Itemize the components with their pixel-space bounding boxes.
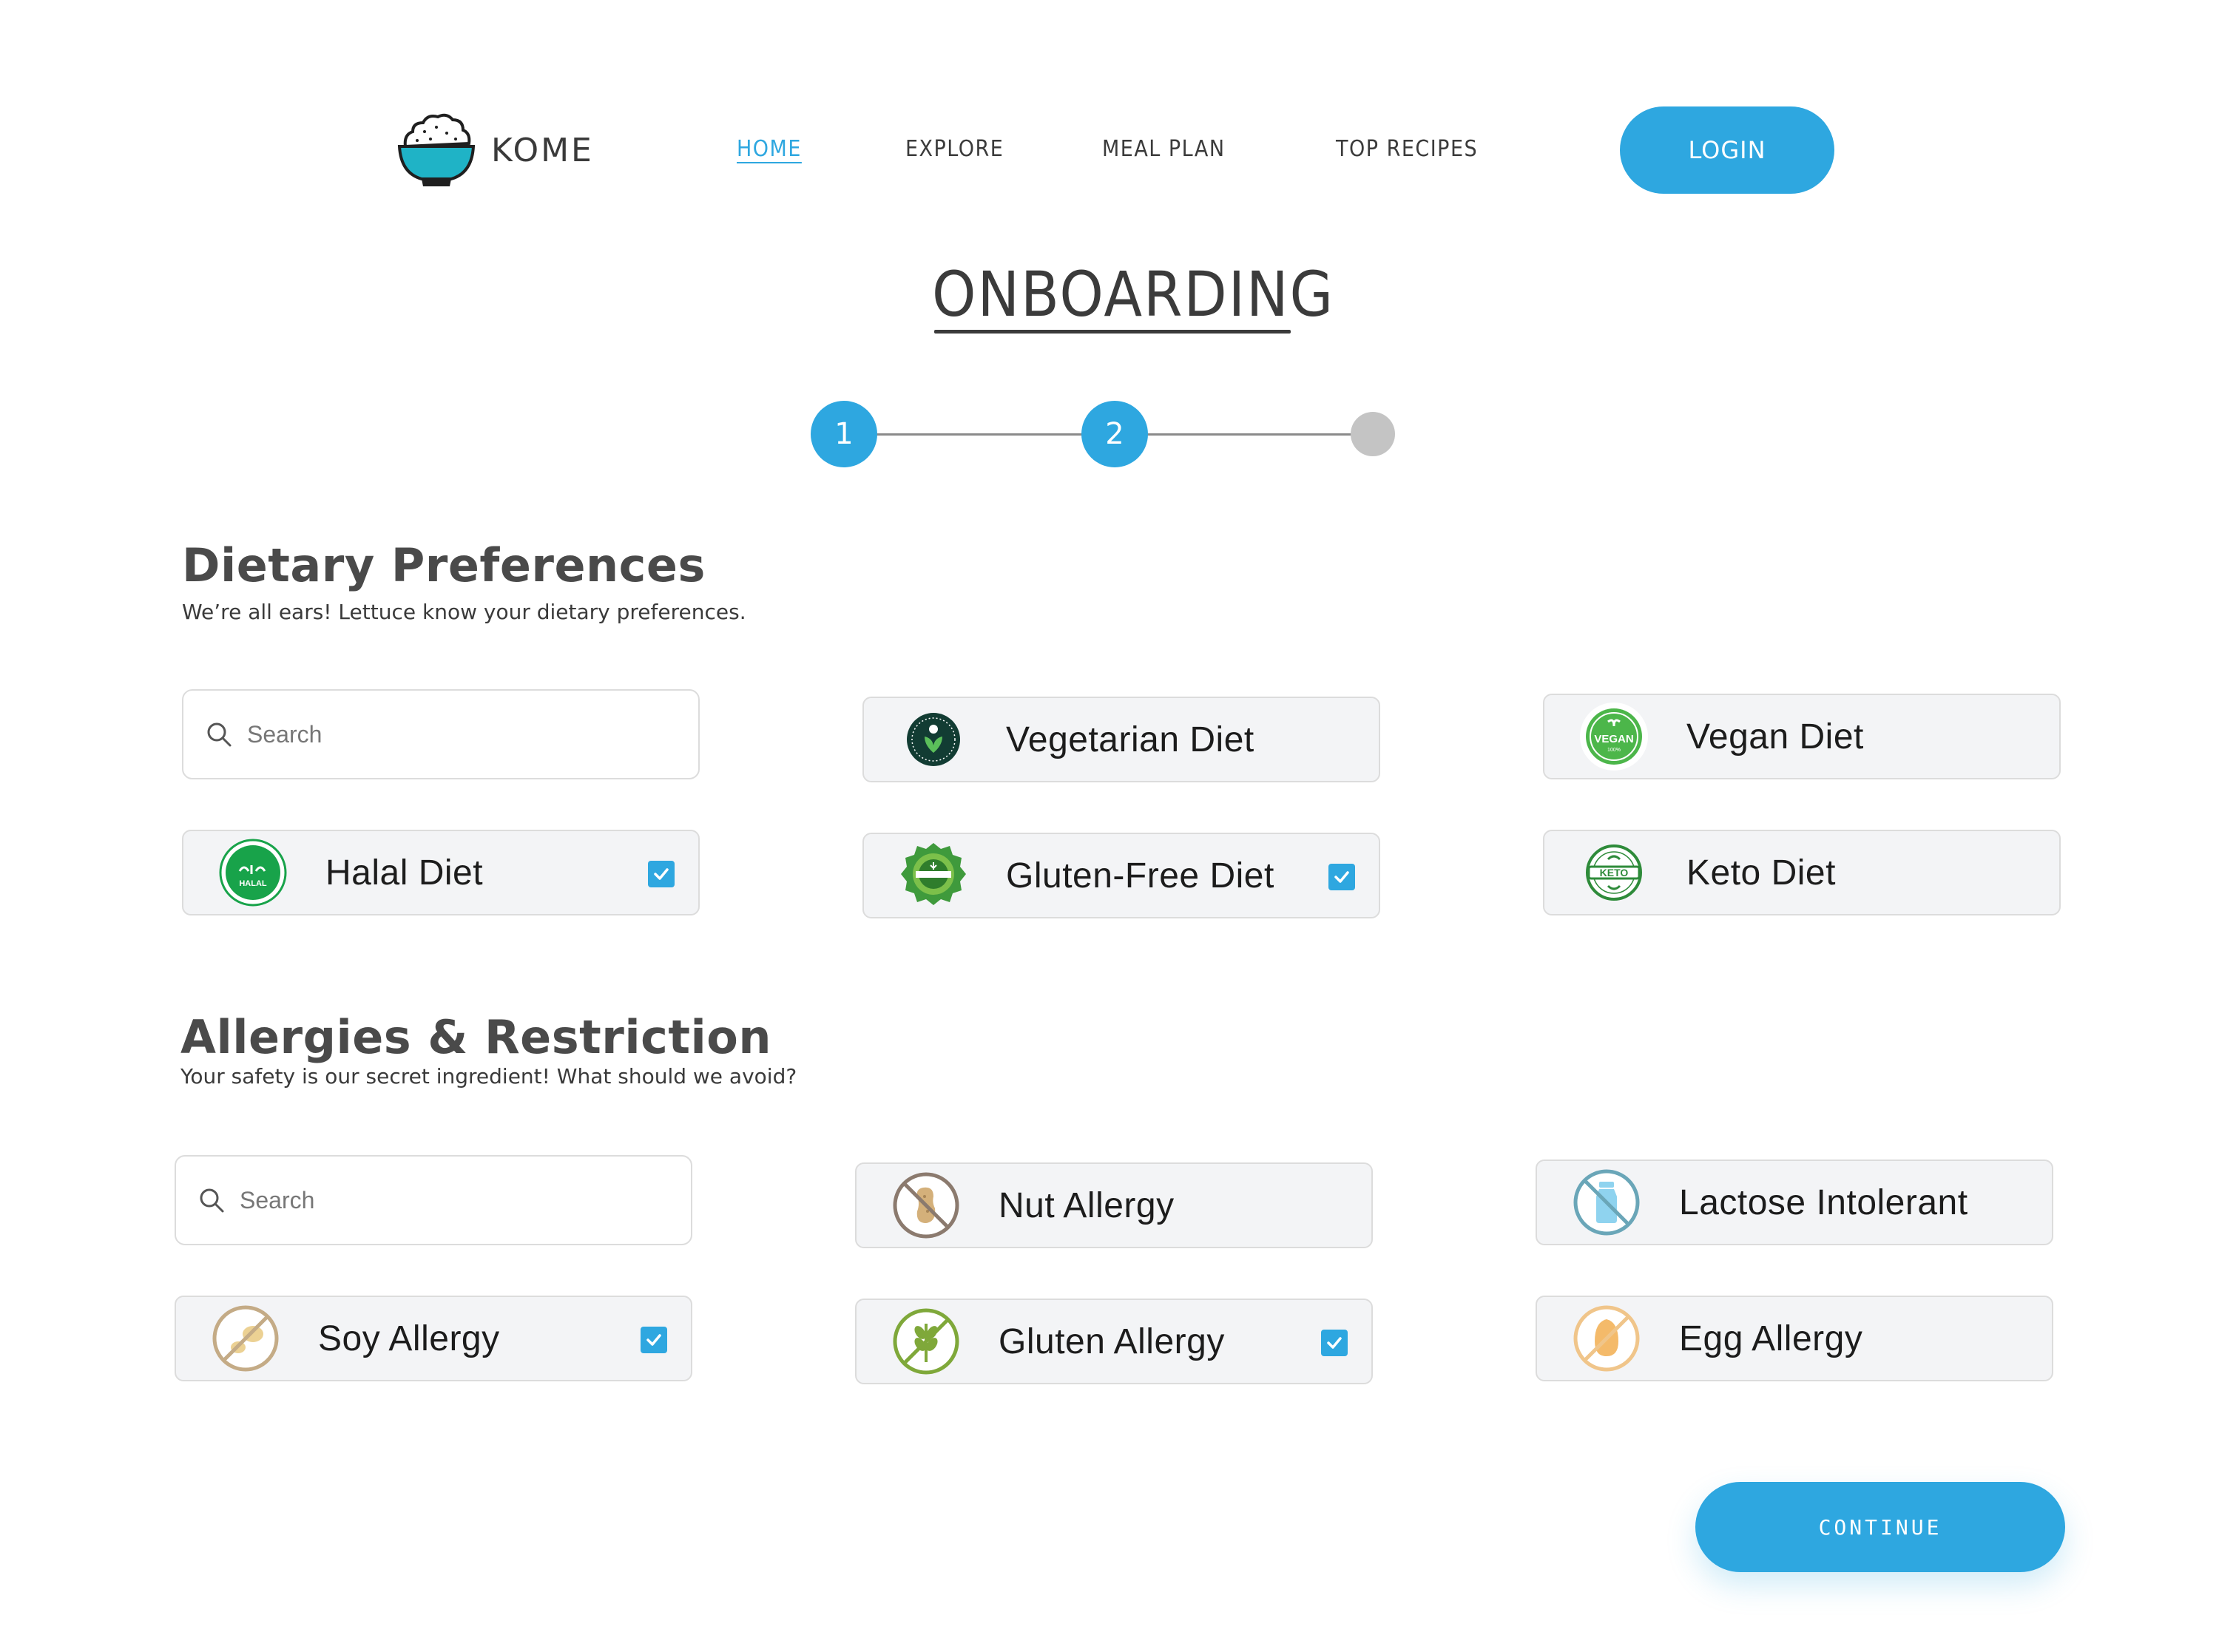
stepper-connector: [1146, 433, 1376, 436]
dietary-title: Dietary Preferences: [182, 538, 706, 592]
option-egg-allergy[interactable]: Egg Allergy: [1536, 1296, 2053, 1381]
allergies-search-input[interactable]: [240, 1186, 654, 1214]
keto-badge-icon: KETO: [1578, 837, 1649, 908]
option-label: Gluten-Free Diet: [1006, 856, 1274, 896]
option-label: Soy Allergy: [318, 1318, 500, 1358]
dietary-search-input[interactable]: [247, 720, 661, 748]
brand-name: KOME: [491, 131, 594, 169]
svg-text:VEGAN: VEGAN: [1594, 733, 1633, 745]
svg-text:HALAL: HALAL: [239, 879, 267, 888]
option-gluten-allergy[interactable]: Gluten Allergy: [855, 1299, 1373, 1384]
checkbox-checked[interactable]: [641, 1327, 667, 1353]
check-icon: [1327, 1337, 1342, 1349]
checkbox-checked[interactable]: [1328, 864, 1355, 890]
continue-button[interactable]: CONTINUE: [1695, 1482, 2065, 1572]
dietary-search-field[interactable]: [182, 689, 700, 779]
option-lactose-intolerant[interactable]: Lactose Intolerant: [1536, 1160, 2053, 1245]
option-label: Vegetarian Diet: [1006, 720, 1254, 759]
option-keto-diet[interactable]: KETO Keto Diet: [1543, 830, 2061, 915]
step-2[interactable]: 2: [1081, 401, 1148, 467]
option-nut-allergy[interactable]: Nut Allergy: [855, 1162, 1373, 1248]
allergies-subtitle: Your safety is our secret ingredient! Wh…: [180, 1064, 797, 1089]
rice-bowl-icon: [397, 113, 476, 186]
vegetarian-badge-icon: [898, 704, 969, 775]
no-egg-icon: [1571, 1303, 1642, 1374]
nav-meal-plan[interactable]: MEAL PLAN: [1102, 135, 1226, 164]
svg-text:100%: 100%: [1607, 748, 1621, 753]
vegan-badge-icon: VEGAN 100%: [1578, 701, 1649, 772]
gluten-free-badge-icon: [898, 840, 969, 911]
option-label: Keto Diet: [1686, 853, 1836, 893]
option-soy-allergy[interactable]: Soy Allergy: [175, 1296, 692, 1381]
check-icon: [646, 1334, 661, 1346]
checkbox-checked[interactable]: [1321, 1330, 1348, 1356]
nav-explore[interactable]: EXPLORE: [905, 135, 1004, 164]
no-wheat-icon: [891, 1306, 962, 1377]
option-label: Lactose Intolerant: [1679, 1182, 1968, 1222]
no-nut-icon: [891, 1170, 962, 1241]
option-gluten-free-diet[interactable]: Gluten-Free Diet: [862, 833, 1380, 918]
check-icon: [1334, 871, 1349, 883]
option-label: Nut Allergy: [999, 1185, 1175, 1225]
option-vegan-diet[interactable]: VEGAN 100% Vegan Diet: [1543, 694, 2061, 779]
option-halal-diet[interactable]: HALAL Halal Diet: [182, 830, 700, 915]
step-1[interactable]: 1: [811, 401, 877, 467]
nav-top-recipes[interactable]: TOP RECIPES: [1336, 135, 1478, 164]
option-label: Halal Diet: [325, 853, 484, 893]
stepper-connector: [877, 433, 1113, 436]
brand-logo[interactable]: KOME: [395, 109, 594, 191]
allergies-title: Allergies & Restriction: [180, 1010, 771, 1064]
option-label: Gluten Allergy: [999, 1321, 1225, 1361]
check-icon: [654, 868, 669, 880]
page-title: ONBOARDING: [932, 258, 1335, 331]
svg-text:KETO: KETO: [1600, 867, 1629, 879]
checkbox-checked[interactable]: [648, 861, 675, 887]
title-underline: [934, 330, 1291, 334]
option-label: Vegan Diet: [1686, 717, 1864, 756]
option-label: Egg Allergy: [1679, 1318, 1863, 1358]
halal-badge-icon: HALAL: [217, 837, 288, 908]
nav-home[interactable]: HOME: [737, 135, 802, 164]
no-milk-icon: [1571, 1167, 1642, 1238]
login-button[interactable]: LOGIN: [1620, 106, 1834, 194]
search-icon: [200, 1188, 224, 1213]
option-vegetarian-diet[interactable]: Vegetarian Diet: [862, 697, 1380, 782]
step-3[interactable]: [1351, 412, 1395, 456]
dietary-subtitle: We’re all ears! Lettuce know your dietar…: [182, 600, 746, 624]
allergies-search-field[interactable]: [175, 1155, 692, 1245]
no-soy-icon: [210, 1303, 281, 1374]
search-icon: [207, 722, 232, 747]
